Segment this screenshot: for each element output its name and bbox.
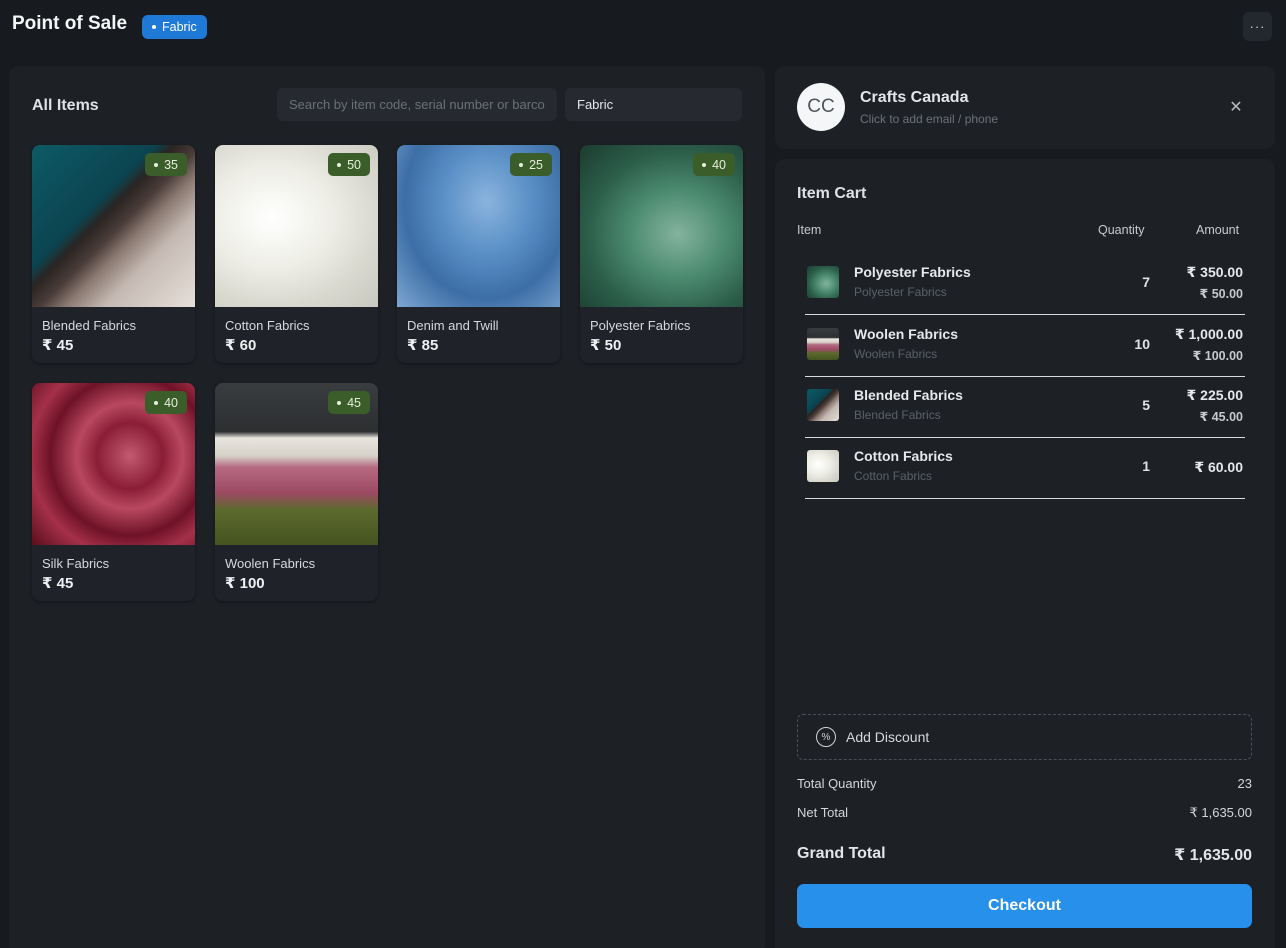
cart-col-amount: Amount [1196,223,1240,237]
item-search-input[interactable] [277,88,557,121]
cart-item-amount: ₹ 1,000.00 [1174,326,1243,342]
item-card-silk-fabrics[interactable]: 40 Silk Fabrics ₹ 45 [32,383,195,601]
stock-badge: 40 [693,153,735,176]
cart-col-quantity: Quantity [1098,223,1145,237]
item-name: Denim and Twill [407,318,499,333]
item-price: ₹ 60 [225,337,257,354]
cart-title: Item Cart [797,185,867,202]
close-icon[interactable]: ✕ [1225,96,1247,118]
pos-profile-label: Fabric [162,20,197,34]
customer-panel[interactable]: CC Crafts Canada Click to add email / ph… [775,66,1275,149]
cart-row-blended-fabrics[interactable]: Blended Fabrics Blended Fabrics 5 ₹ 225.… [805,377,1245,438]
cart-item-name: Polyester Fabrics [854,264,971,280]
stock-qty: 50 [347,157,361,172]
total-quantity-label: Total Quantity [797,776,877,791]
item-name: Polyester Fabrics [590,318,691,333]
cart-item-subtitle: Woolen Fabrics [854,347,938,361]
customer-contact-hint[interactable]: Click to add email / phone [860,112,998,126]
cart-item-qty: 5 [1142,397,1150,413]
percent-icon: % [816,727,836,747]
cart-item-rate: ₹ 50.00 [1199,287,1243,301]
item-name: Blended Fabrics [42,318,136,333]
stock-badge: 45 [328,391,370,414]
item-group-filter[interactable]: Fabric [565,88,742,121]
dot-icon [154,162,159,167]
net-total-label: Net Total [797,805,849,820]
cart-item-qty: 1 [1142,458,1150,474]
page-title: Point of Sale [12,13,128,34]
cart-row-woolen-fabrics[interactable]: Woolen Fabrics Woolen Fabrics 10 ₹ 1,000… [805,316,1245,377]
item-name: Silk Fabrics [42,556,110,571]
cart-item-name: Cotton Fabrics [854,448,953,464]
item-card-cotton-fabrics[interactable]: 50 Cotton Fabrics ₹ 60 [215,145,378,363]
grand-total-value: ₹ 1,635.00 [1174,847,1252,864]
item-card-woolen-fabrics[interactable]: 45 Woolen Fabrics ₹ 100 [215,383,378,601]
cart-item-amount: ₹ 60.00 [1194,459,1243,475]
item-price: ₹ 50 [590,337,622,354]
item-name: Woolen Fabrics [225,556,316,571]
item-name: Cotton Fabrics [225,318,310,333]
stock-qty: 35 [164,157,178,172]
net-total-value: ₹ 1,635.00 [1189,805,1253,820]
dot-icon [152,25,156,29]
item-price: ₹ 45 [42,575,74,592]
dot-icon [337,400,342,405]
cart-row-cotton-fabrics[interactable]: Cotton Fabrics Cotton Fabrics 1 ₹ 60.00 [805,438,1245,499]
dot-icon [154,400,159,405]
top-bar: Point of Sale Fabric ··· [0,0,1286,52]
item-price: ₹ 45 [42,337,74,354]
cart-item-amount: ₹ 350.00 [1186,264,1243,280]
cart-item-subtitle: Blended Fabrics [854,408,941,422]
stock-badge: 35 [145,153,187,176]
dot-icon [519,162,524,167]
cart-item-name: Woolen Fabrics [854,326,958,342]
add-discount-button[interactable]: % Add Discount [797,714,1252,760]
add-discount-label: Add Discount [846,729,930,745]
cart-item-amount: ₹ 225.00 [1186,387,1243,403]
cart-item-thumbnail [807,328,839,360]
stock-qty: 25 [529,157,543,172]
cart-item-thumbnail [807,450,839,482]
customer-avatar: CC [797,83,845,131]
item-card-polyester-fabrics[interactable]: 40 Polyester Fabrics ₹ 50 [580,145,743,363]
cart-item-subtitle: Cotton Fabrics [854,469,933,483]
more-options-button[interactable]: ··· [1243,12,1272,41]
stock-qty: 40 [164,395,178,410]
stock-qty: 45 [347,395,361,410]
dot-icon [337,162,342,167]
cart-col-item: Item [797,223,822,237]
cart-item-thumbnail [807,266,839,298]
cart-item-rate: ₹ 100.00 [1192,349,1243,363]
stock-badge: 50 [328,153,370,176]
cart-item-subtitle: Polyester Fabrics [854,285,947,299]
items-title: All Items [32,97,99,114]
cart-item-qty: 7 [1142,274,1150,290]
item-card-blended-fabrics[interactable]: 35 Blended Fabrics ₹ 45 [32,145,195,363]
dot-icon [702,162,707,167]
cart-item-qty: 10 [1134,336,1150,352]
customer-name: Crafts Canada [860,89,969,106]
stock-badge: 40 [145,391,187,414]
checkout-button[interactable]: Checkout [797,884,1252,928]
stock-qty: 40 [712,157,726,172]
item-price: ₹ 85 [407,337,439,354]
cart-row-polyester-fabrics[interactable]: Polyester Fabrics Polyester Fabrics 7 ₹ … [805,254,1245,315]
grand-total-label: Grand Total [797,845,886,862]
item-price: ₹ 100 [225,575,265,592]
cart-item-thumbnail [807,389,839,421]
pos-profile-badge[interactable]: Fabric [142,15,207,39]
cart-item-rate: ₹ 45.00 [1199,410,1243,424]
cart-panel: Item Cart Item Quantity Amount Polyester… [775,159,1275,948]
cart-item-name: Blended Fabrics [854,387,963,403]
items-panel: All Items Fabric 35 Blended Fabrics ₹ 45… [9,66,765,948]
item-card-denim-and-twill[interactable]: 25 Denim and Twill ₹ 85 [397,145,560,363]
stock-badge: 25 [510,153,552,176]
total-quantity-value: 23 [1237,776,1252,791]
